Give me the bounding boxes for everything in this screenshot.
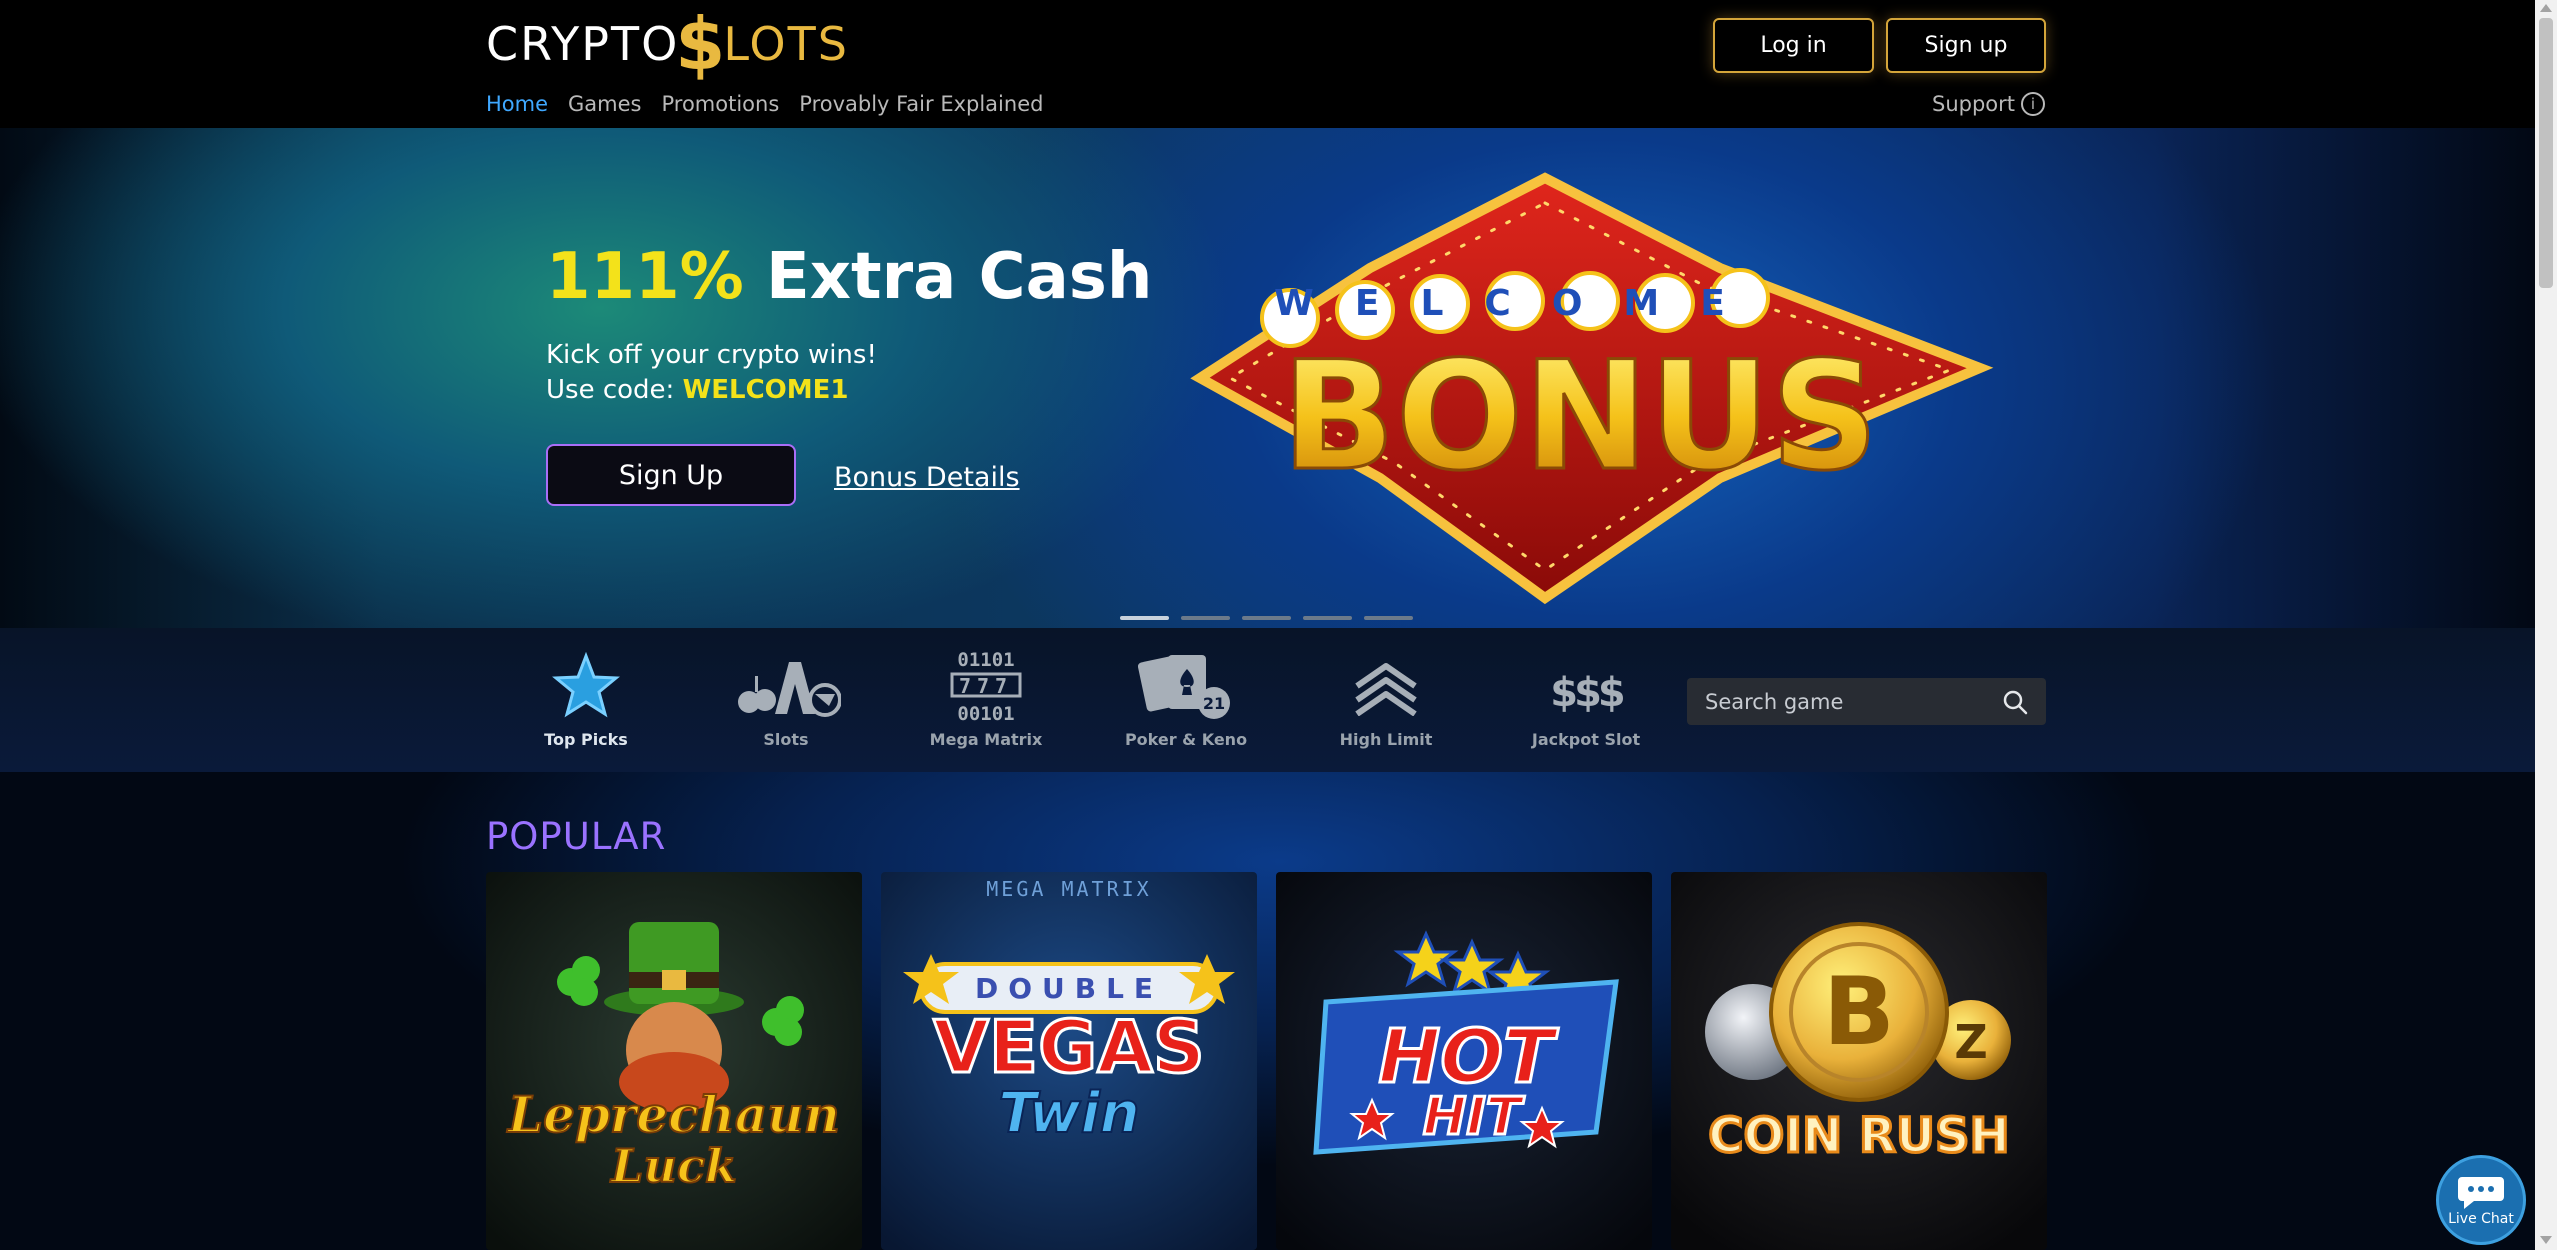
support-link[interactable]: Support i bbox=[1932, 92, 2045, 116]
carousel-dot-4[interactable] bbox=[1303, 616, 1352, 620]
page: CRYPTO $ LOTS Log in Sign up Home Games … bbox=[0, 0, 2557, 1250]
category-label: Top Picks bbox=[544, 730, 628, 749]
category-slots[interactable]: Slots bbox=[706, 648, 866, 749]
logo-dollar-icon: $ bbox=[675, 2, 728, 86]
logo-text-lots: LOTS bbox=[723, 17, 849, 71]
game-tile-double-vegas-twin[interactable]: MEGA MATRIX DOUBLE VEGAS Twin bbox=[881, 872, 1257, 1250]
hero-banner: 111% Extra Cash Kick off your crypto win… bbox=[0, 128, 2535, 628]
hero-line-1: Kick off your crypto wins! bbox=[546, 340, 877, 370]
cards-icon: 21 bbox=[1138, 648, 1234, 724]
logo-text-crypto: CRYPTO bbox=[486, 17, 680, 71]
nav-provably-fair[interactable]: Provably Fair Explained bbox=[799, 92, 1043, 116]
carousel-dots bbox=[1120, 616, 1413, 620]
live-chat-label: Live Chat bbox=[2448, 1211, 2514, 1227]
login-button[interactable]: Log in bbox=[1713, 18, 1874, 73]
promo-code: WELCOME1 bbox=[682, 375, 849, 405]
popular-heading: POPULAR bbox=[486, 815, 667, 858]
star-icon bbox=[552, 648, 620, 724]
game-title-line1: COIN RUSH bbox=[1708, 1108, 2009, 1164]
game-tile-coin-rush[interactable]: Z B COIN RUSH bbox=[1671, 872, 2047, 1250]
search-box bbox=[1687, 678, 2046, 725]
mega-matrix-icon: 01101 777 00101 bbox=[946, 648, 1026, 724]
main-nav: Home Games Promotions Provably Fair Expl… bbox=[486, 92, 1043, 116]
category-bar: Top Picks Slots 01101 777 00101 Mega Mat… bbox=[0, 628, 2535, 772]
category-jackpot-slot[interactable]: $$$ Jackpot Slot bbox=[1506, 648, 1666, 749]
site-logo[interactable]: CRYPTO $ LOTS bbox=[486, 2, 849, 86]
info-icon: i bbox=[2021, 92, 2045, 116]
nav-games[interactable]: Games bbox=[568, 92, 641, 116]
category-mega-matrix[interactable]: 01101 777 00101 Mega Matrix bbox=[906, 648, 1066, 749]
hero-line-2: Use code: WELCOME1 bbox=[546, 373, 877, 408]
hero-code-prefix: Use code: bbox=[546, 375, 683, 405]
hero-subtitle: Kick off your crypto wins! Use code: WEL… bbox=[546, 338, 877, 408]
game-top-text: MEGA MATRIX bbox=[986, 877, 1151, 901]
game-title-line1: VEGAS bbox=[933, 1005, 1205, 1089]
game-title-line1: Leprechaun bbox=[506, 1085, 840, 1144]
game-title-line0: DOUBLE bbox=[975, 972, 1163, 1005]
svg-text:B: B bbox=[1823, 958, 1895, 1067]
category-top-picks[interactable]: Top Picks bbox=[506, 648, 666, 749]
svg-text:00101: 00101 bbox=[957, 703, 1014, 724]
game-title-line2: HIT bbox=[1423, 1087, 1525, 1147]
bonus-details-link[interactable]: Bonus Details bbox=[834, 462, 1020, 493]
carousel-dot-3[interactable] bbox=[1242, 616, 1291, 620]
welcome-bonus-sign: WELCOME BONUS bbox=[1190, 172, 1994, 605]
category-label: Slots bbox=[763, 730, 809, 749]
search-icon[interactable] bbox=[2002, 689, 2028, 715]
sign-top-text: WELCOME bbox=[1274, 283, 1766, 324]
hero-signup-button[interactable]: Sign Up bbox=[546, 444, 796, 506]
hero-title-text: Extra Cash bbox=[743, 240, 1153, 314]
category-label: Mega Matrix bbox=[929, 730, 1043, 749]
scroll-up-icon[interactable] bbox=[2540, 4, 2552, 12]
category-poker-keno[interactable]: 21 Poker & Keno bbox=[1106, 648, 1266, 749]
svg-text:$$$: $$$ bbox=[1550, 670, 1624, 716]
carousel-dot-2[interactable] bbox=[1181, 616, 1230, 620]
popular-section-bg bbox=[0, 772, 2535, 1250]
jackpot-icon: $$$ bbox=[1546, 648, 1626, 724]
scroll-down-icon[interactable] bbox=[2540, 1236, 2552, 1244]
hero-title: 111% Extra Cash bbox=[546, 240, 1152, 314]
svg-text:777: 777 bbox=[959, 674, 1013, 698]
live-chat-button[interactable]: Live Chat bbox=[2436, 1155, 2526, 1245]
svg-text:21: 21 bbox=[1203, 694, 1225, 713]
signup-button[interactable]: Sign up bbox=[1886, 18, 2046, 73]
category-label: High Limit bbox=[1339, 730, 1433, 749]
category-label: Poker & Keno bbox=[1124, 730, 1248, 749]
svg-text:Z: Z bbox=[1954, 1015, 1987, 1069]
game-title-line2: Luck bbox=[609, 1139, 737, 1193]
chat-bubble-icon bbox=[2458, 1177, 2504, 1209]
site-header: CRYPTO $ LOTS Log in Sign up Home Games … bbox=[0, 0, 2535, 128]
svg-text:01101: 01101 bbox=[957, 649, 1014, 671]
support-label: Support bbox=[1931, 92, 2015, 116]
game-title-line2: Twin bbox=[998, 1081, 1139, 1146]
category-high-limit[interactable]: High Limit bbox=[1306, 648, 1466, 749]
sign-main-text: BONUS bbox=[1281, 330, 1878, 504]
carousel-dot-1[interactable] bbox=[1120, 616, 1169, 620]
high-limit-icon bbox=[1351, 648, 1421, 724]
nav-promotions[interactable]: Promotions bbox=[661, 92, 779, 116]
scrollbar-thumb[interactable] bbox=[2539, 18, 2553, 288]
slots-icon bbox=[731, 648, 841, 724]
hero-title-percent: 111% bbox=[546, 240, 744, 314]
game-tile-hot-hit[interactable]: HOT HIT bbox=[1276, 872, 1652, 1250]
search-input[interactable] bbox=[1705, 689, 2002, 714]
carousel-dot-5[interactable] bbox=[1364, 616, 1413, 620]
category-label: Jackpot Slot bbox=[1531, 730, 1641, 749]
nav-home[interactable]: Home bbox=[486, 92, 548, 116]
game-tile-leprechaun-luck[interactable]: Leprechaun Luck bbox=[486, 872, 862, 1250]
